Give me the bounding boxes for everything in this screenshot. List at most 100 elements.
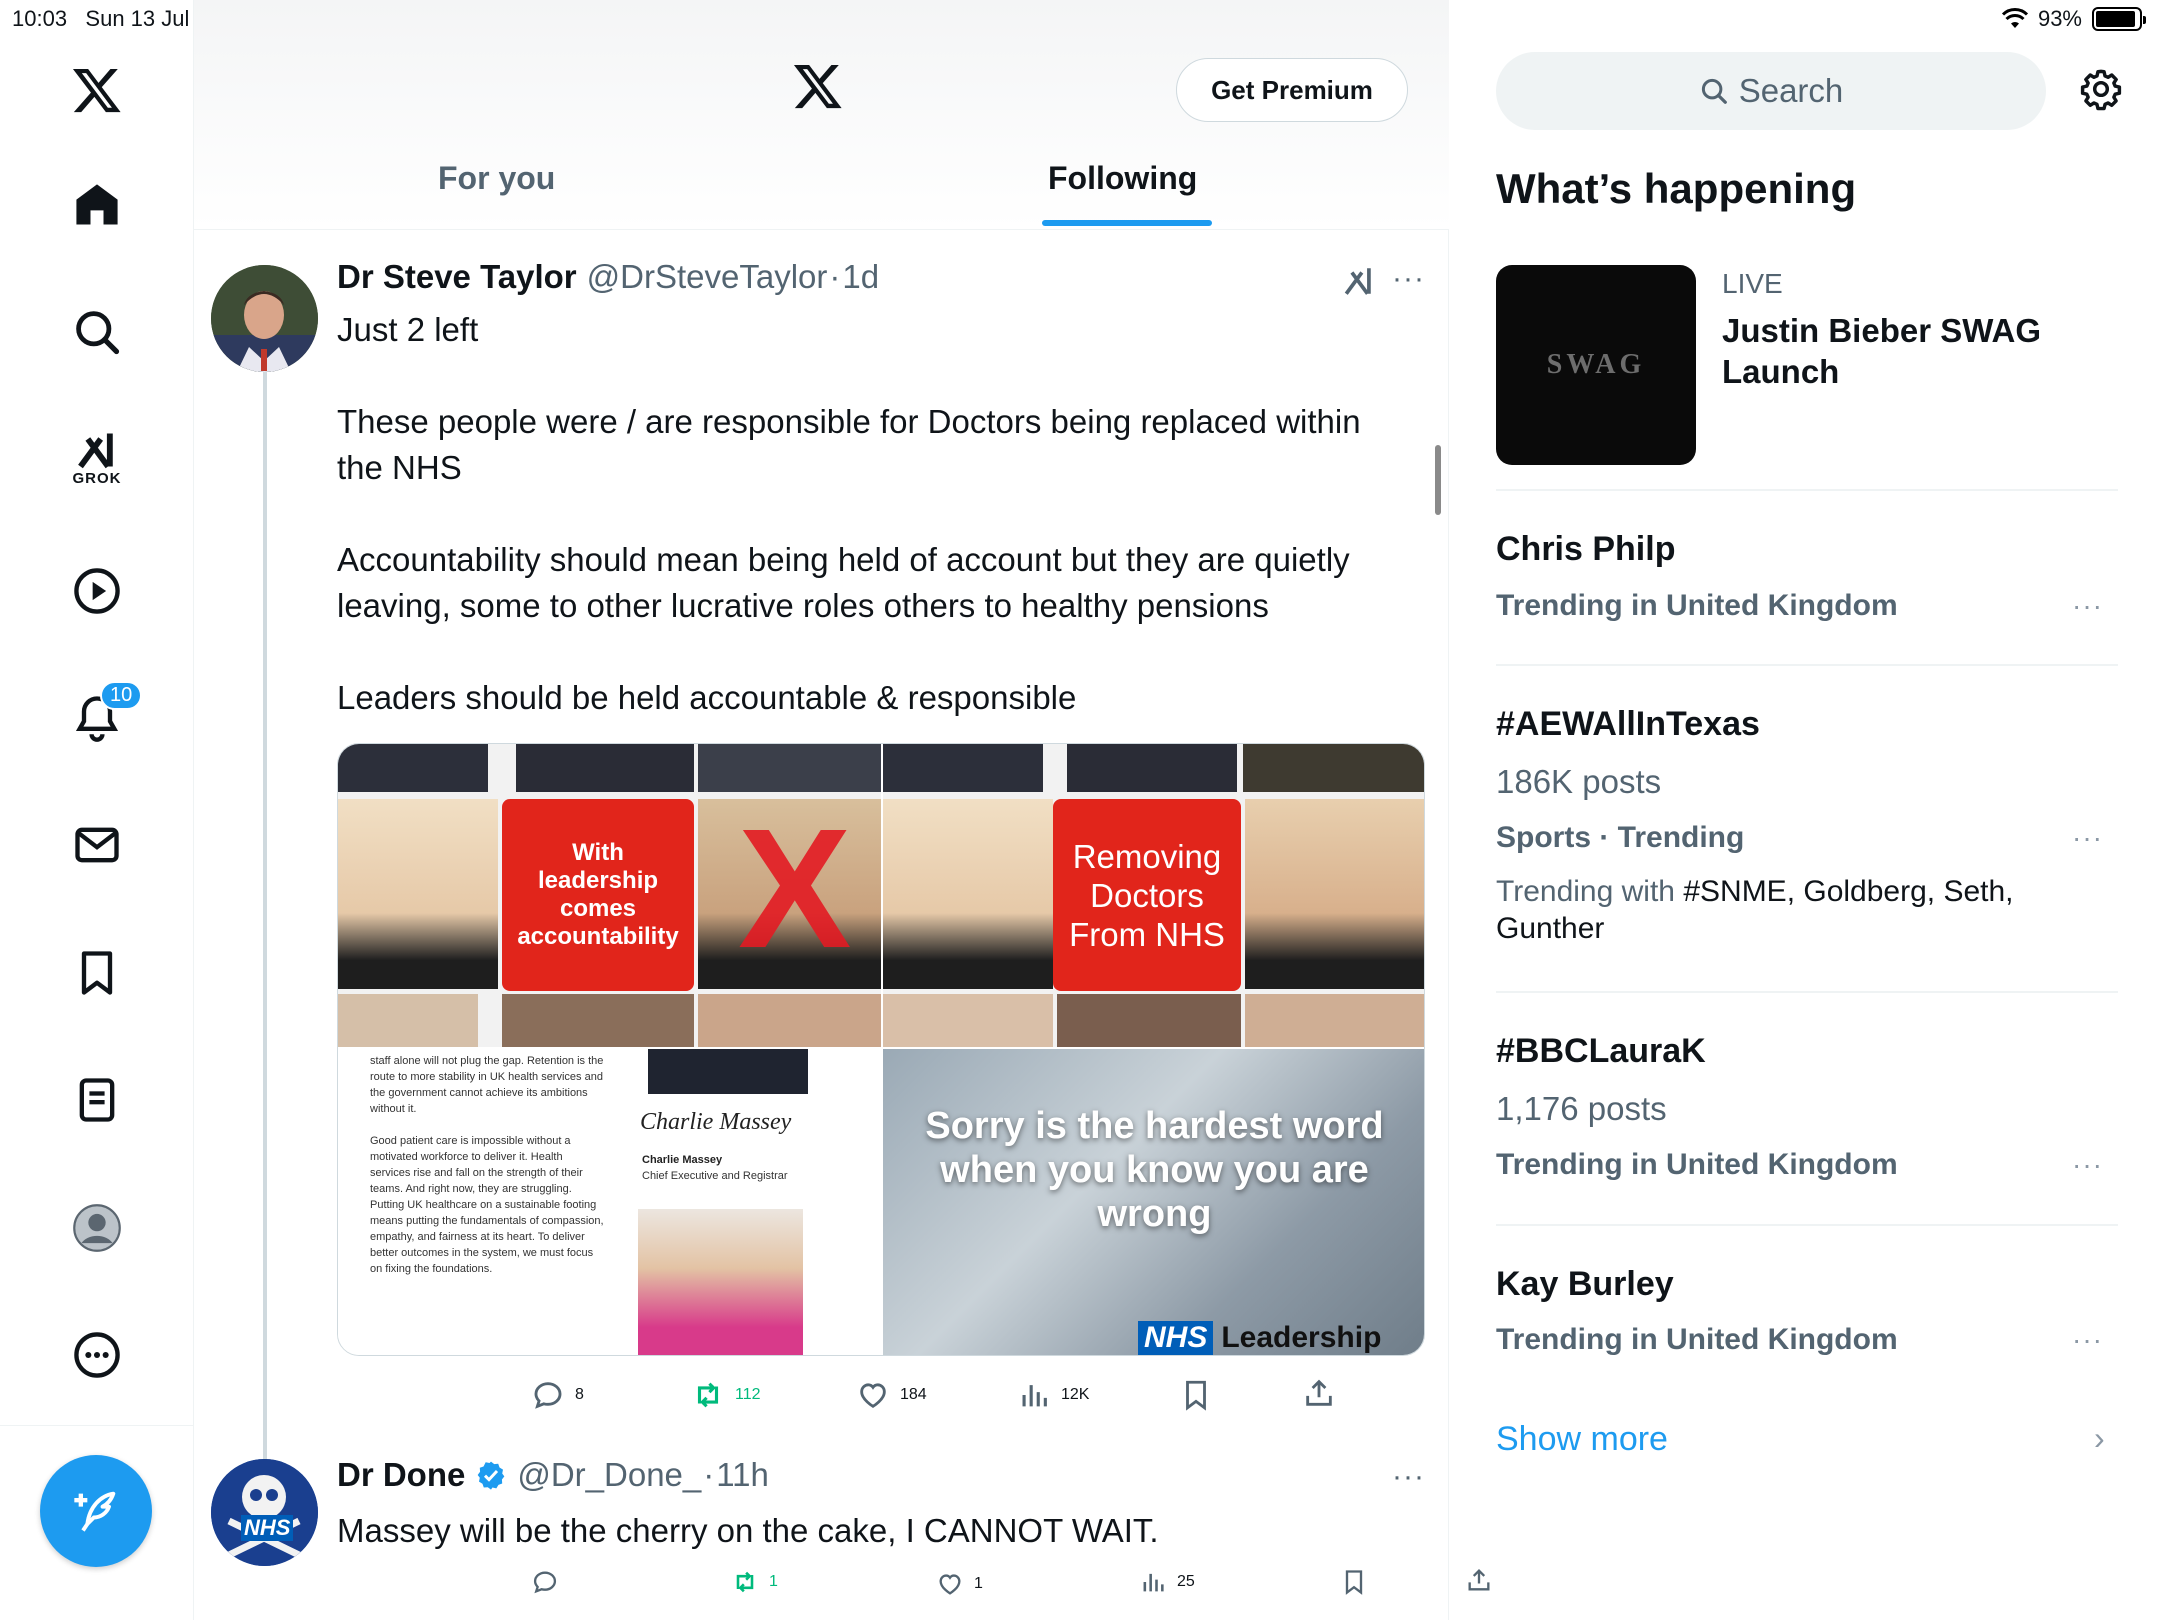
share-button[interactable] — [1302, 1376, 1336, 1410]
bookmark-button[interactable] — [1340, 1568, 1368, 1596]
x-logo-icon — [72, 68, 121, 113]
divider — [1496, 489, 2118, 491]
avatar-text: NHS — [241, 1515, 294, 1541]
author-handle[interactable]: @DrSteveTaylor — [587, 258, 828, 296]
media-image[interactable]: Sorry is the hardest word when you know … — [883, 1049, 1424, 1355]
reply-icon — [533, 1571, 557, 1594]
bookmark-icon — [81, 951, 113, 995]
thread-line — [263, 372, 267, 1460]
nav-messages[interactable] — [0, 800, 194, 890]
author-name[interactable]: Dr Steve Taylor — [337, 258, 577, 296]
retweet-button[interactable]: 1 — [731, 1568, 778, 1596]
grok-icon[interactable] — [1342, 264, 1376, 298]
reply-button[interactable] — [531, 1568, 569, 1596]
settings-button[interactable] — [2078, 66, 2124, 117]
bookmark-button[interactable] — [1179, 1378, 1213, 1412]
document-line: on fixing the foundations. — [370, 1263, 493, 1275]
trend-name: #BBCLauraK — [1496, 1032, 1706, 1070]
nav-explore[interactable] — [0, 287, 194, 377]
nav-more[interactable] — [0, 1310, 194, 1400]
avatar-photo — [211, 265, 318, 372]
tweet-media-grid[interactable]: With leadership comes accountability X R… — [337, 743, 1425, 1356]
trend-name: Kay Burley — [1496, 1265, 1674, 1303]
nhs-leadership-logo: NHS Leadership — [1138, 1321, 1381, 1355]
trend-name: Chris Philp — [1496, 530, 1676, 568]
portrait — [338, 994, 478, 1047]
views-button[interactable]: 25 — [1139, 1568, 1195, 1596]
portrait — [648, 1049, 808, 1094]
video-icon — [74, 568, 120, 614]
avatar[interactable] — [211, 265, 318, 372]
search-input[interactable]: Search — [1496, 52, 2046, 130]
like-button[interactable]: 184 — [856, 1378, 927, 1412]
signature: Charlie Massey — [640, 1109, 792, 1135]
nav-bookmarks[interactable] — [0, 928, 194, 1018]
red-cross: X — [738, 794, 852, 984]
trend-more-icon[interactable]: ··· — [2072, 590, 2103, 622]
timeline-header: Get Premium For you Following — [194, 0, 1449, 230]
compose-button[interactable] — [40, 1455, 152, 1567]
portrait — [698, 744, 881, 792]
mail-icon — [75, 827, 119, 863]
heart-icon — [939, 1574, 961, 1595]
trend-context: Trending in United Kingdom — [1496, 1148, 1898, 1181]
portrait — [1245, 799, 1424, 989]
document-line: services rise and fall on the strength o… — [370, 1167, 583, 1179]
get-premium-button[interactable]: Get Premium — [1176, 58, 1408, 122]
trend-name: #AEWAllInTexas — [1496, 705, 1760, 743]
more-options-icon[interactable]: ··· — [1392, 1460, 1425, 1494]
media-image[interactable]: staff alone will not plug the gap. Reten… — [338, 1049, 881, 1355]
live-label: LIVE — [1722, 268, 1783, 299]
retweet-button[interactable]: 112 — [691, 1378, 761, 1412]
nav-home[interactable] — [0, 160, 194, 250]
show-more-link[interactable]: Show more — [1496, 1420, 1668, 1459]
tweet-paragraph: Just 2 left — [337, 311, 479, 348]
signatory-role: Chief Executive and Registrar — [642, 1170, 788, 1182]
trend-more-icon[interactable]: ··· — [2072, 1324, 2103, 1356]
tweet-text: Massey will be the cherry on the cake, I… — [337, 1512, 1159, 1549]
nav-grok[interactable]: GROK — [0, 412, 194, 502]
nav-notifications[interactable]: 10 — [0, 673, 194, 763]
document-line: staff alone will not plug the gap. Reten… — [370, 1055, 604, 1067]
list-icon — [79, 1078, 115, 1122]
more-options-icon[interactable]: ··· — [1392, 262, 1425, 296]
avatar-skull-icon — [211, 1459, 318, 1566]
document-line: motivated workforce to deliver it. Healt… — [370, 1151, 563, 1163]
nav-video[interactable] — [0, 546, 194, 636]
trend-more-icon[interactable]: ··· — [2072, 822, 2103, 854]
like-button[interactable]: 1 — [936, 1570, 983, 1598]
media-image[interactable]: With leadership comes accountability X — [338, 744, 881, 1047]
tweet-time[interactable]: 1d — [842, 258, 879, 296]
retweet-icon — [736, 1571, 754, 1593]
compose-icon — [74, 1491, 116, 1532]
view-count: 12K — [1061, 1386, 1090, 1403]
document-line: better outcomes in the system, we must f… — [370, 1247, 594, 1259]
trend-more-icon[interactable]: ··· — [2072, 1149, 2103, 1181]
like-count: 1 — [974, 1575, 983, 1592]
scrollbar[interactable] — [1435, 445, 1441, 515]
document-line: route to more stability in UK health ser… — [370, 1071, 603, 1083]
image-caption: Sorry is the hardest word when you know … — [883, 1104, 1424, 1236]
portrait — [1067, 744, 1237, 792]
like-count: 184 — [900, 1386, 927, 1403]
grok-icon — [78, 433, 113, 468]
nav-profile[interactable] — [0, 1183, 194, 1273]
reply-button[interactable]: 8 — [531, 1378, 584, 1412]
retweet-count: 1 — [769, 1573, 778, 1590]
tab-following[interactable]: Following — [1048, 160, 1197, 197]
author-handle[interactable]: @Dr_Done_ — [517, 1456, 701, 1494]
views-button[interactable]: 12K — [1017, 1378, 1089, 1412]
search-icon — [1701, 78, 1727, 104]
nav-lists[interactable] — [0, 1055, 194, 1145]
tab-for-you[interactable]: For you — [438, 160, 555, 197]
nav-x-logo[interactable] — [0, 45, 194, 135]
media-image[interactable]: Removing Doctors From NHS — [883, 744, 1424, 1047]
document-line: Good patient care is impossible without … — [370, 1135, 571, 1147]
avatar[interactable]: NHS — [211, 1459, 318, 1566]
home-icon — [76, 184, 118, 225]
portrait — [1245, 994, 1424, 1047]
tweet-time[interactable]: 11h — [716, 1456, 769, 1494]
left-sidebar: GROK 10 — [0, 0, 194, 1620]
author-name[interactable]: Dr Done — [337, 1456, 465, 1494]
